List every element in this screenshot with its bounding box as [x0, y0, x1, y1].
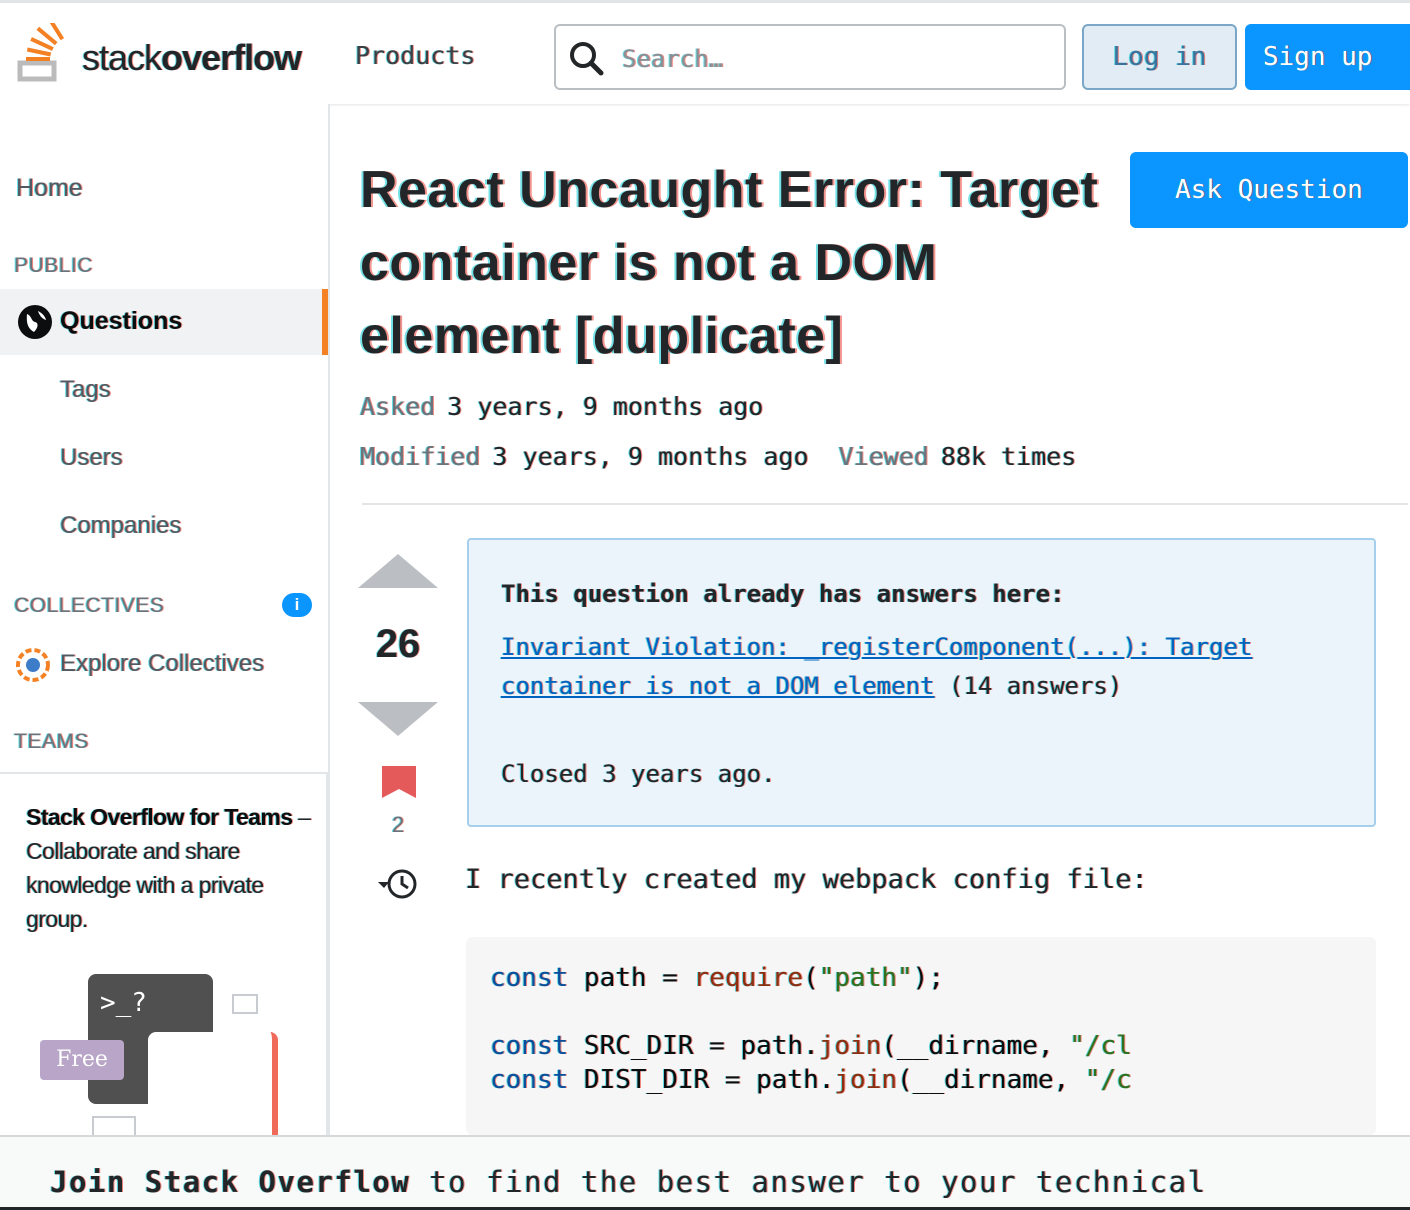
divider — [362, 503, 1408, 505]
terminal-prompt: >_? — [100, 988, 147, 1018]
products-menu[interactable]: Products — [355, 41, 475, 70]
question-body-text: I recently created my webpack config fil… — [465, 864, 1148, 895]
teams-promo: Stack Overflow for Teams – Collaborate a… — [0, 772, 328, 1142]
info-icon[interactable]: i — [282, 593, 312, 617]
nav-explore-collectives[interactable]: Explore Collectives — [60, 650, 264, 678]
nav-users[interactable]: Users — [60, 444, 123, 472]
question-title[interactable]: React Uncaught Error: Target container i… — [360, 154, 1120, 373]
signup-banner-text[interactable]: Join Stack Overflow to find the best ans… — [50, 1165, 1207, 1199]
free-badge: Free — [40, 1040, 124, 1080]
code-line: const path = require("path"); — [490, 963, 944, 993]
logo-text: stackoverflow — [82, 37, 302, 78]
collectives-icon — [16, 648, 50, 682]
nav-questions[interactable]: Questions — [0, 289, 328, 355]
teams-illustration-card — [148, 1032, 278, 1142]
globe-icon — [18, 305, 52, 339]
search-icon — [570, 42, 604, 76]
duplicate-link[interactable]: Invariant Violation: _registerComponent(… — [501, 633, 1252, 700]
nav-tags[interactable]: Tags — [60, 376, 111, 404]
nav-home[interactable]: Home — [16, 174, 83, 203]
downvote-arrow-icon[interactable] — [358, 702, 438, 736]
code-block[interactable]: const path = require("path"); const SRC_… — [466, 937, 1376, 1135]
section-label-public: PUBLIC — [14, 254, 93, 277]
nav-companies[interactable]: Companies — [60, 512, 181, 540]
code-line: const DIST_DIR = path.join(__dirname, "/… — [490, 1065, 1132, 1095]
bookmark-count: 2 — [391, 812, 405, 837]
nav-questions-label: Questions — [60, 307, 183, 335]
ask-question-button[interactable]: Ask Question — [1130, 152, 1408, 228]
illustration-decoration — [232, 994, 258, 1014]
bookmark-icon[interactable] — [382, 766, 416, 798]
duplicate-heading: This question already has answers here: — [501, 580, 1065, 608]
login-button[interactable]: Log in — [1082, 24, 1237, 90]
stack-logo-icon — [17, 23, 65, 82]
duplicate-answer-count: (14 answers) — [948, 672, 1123, 700]
section-label-teams: TEAMS — [14, 730, 89, 753]
code-line: const SRC_DIR = path.join(__dirname, "/c… — [490, 1031, 1132, 1061]
closed-notice: Closed 3 years ago. — [501, 760, 776, 788]
signup-button[interactable]: Sign up — [1245, 24, 1410, 90]
site-logo[interactable]: stackoverflow — [10, 21, 320, 83]
top-bar: stackoverflow Products Search… Log in Si… — [0, 3, 1410, 104]
question-meta-modified: Modified 3 years, 9 months ago Viewed 88k t… — [360, 442, 1077, 471]
section-label-collectives: COLLECTIVES — [14, 594, 165, 617]
history-icon[interactable] — [374, 866, 422, 902]
duplicate-entry: Invariant Violation: _registerComponent(… — [501, 628, 1351, 706]
question-meta-asked: Asked 3 years, 9 months ago — [360, 392, 764, 421]
duplicate-notice: This question already has answers here: … — [467, 538, 1376, 827]
search-input[interactable]: Search… — [554, 24, 1066, 90]
search-placeholder: Search… — [622, 45, 724, 73]
signup-banner: Join Stack Overflow to find the best ans… — [0, 1135, 1410, 1210]
vote-count: 26 — [375, 622, 421, 666]
teams-promo-text: Stack Overflow for Teams – Collaborate a… — [26, 804, 311, 932]
left-sidebar: Home PUBLIC Questions Tags Users Compani… — [0, 104, 330, 1142]
upvote-arrow-icon[interactable] — [358, 554, 438, 588]
